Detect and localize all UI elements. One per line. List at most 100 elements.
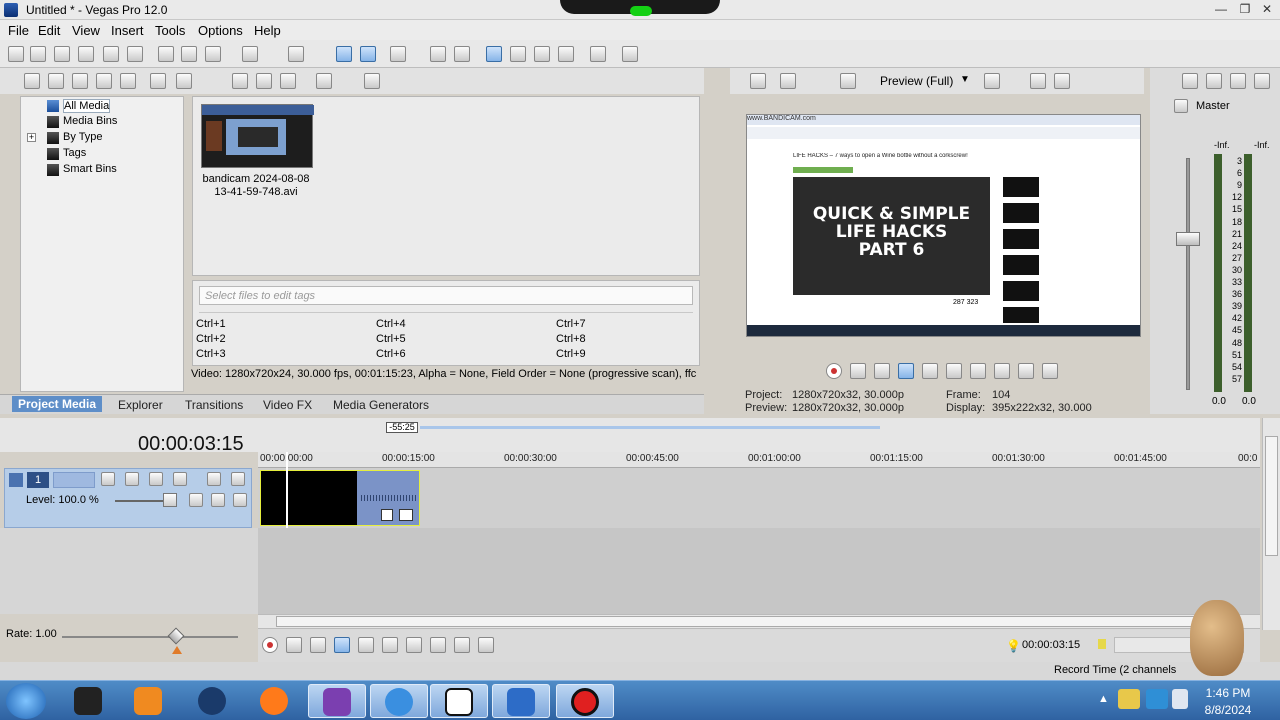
windows-start-icon[interactable] bbox=[6, 683, 46, 719]
master-fader-handle[interactable] bbox=[1176, 232, 1200, 246]
downmix-icon[interactable] bbox=[1206, 73, 1222, 89]
loop-playback-icon[interactable] bbox=[286, 637, 302, 653]
search-icon[interactable] bbox=[364, 73, 380, 89]
ignore-grouping-icon[interactable] bbox=[534, 46, 550, 62]
tree-item-smart-bins[interactable]: Smart Bins bbox=[63, 163, 117, 175]
playhead-cursor[interactable] bbox=[286, 452, 288, 528]
play-icon[interactable] bbox=[898, 363, 914, 379]
minimize-button[interactable]: — bbox=[1210, 0, 1232, 18]
go-to-end-icon[interactable] bbox=[430, 637, 446, 653]
overlays-icon[interactable] bbox=[984, 73, 1000, 89]
whats-this-help-icon[interactable] bbox=[622, 46, 638, 62]
auto-crossfade-icon[interactable] bbox=[510, 46, 526, 62]
video-track-lane[interactable] bbox=[258, 452, 1260, 528]
timeline-empty-area[interactable] bbox=[258, 528, 1260, 614]
loop-region-bar[interactable] bbox=[420, 426, 880, 429]
video-track-header[interactable]: 1 Level: 100.0 % bbox=[4, 468, 252, 528]
internet-explorer-app[interactable] bbox=[370, 684, 428, 718]
tag-shortcut[interactable]: Ctrl+5 bbox=[376, 333, 406, 345]
envelope-edit-tool-icon[interactable] bbox=[360, 46, 376, 62]
mixer-properties-icon[interactable] bbox=[1182, 73, 1198, 89]
tab-project-media[interactable]: Project Media bbox=[12, 396, 103, 412]
media-player-app[interactable] bbox=[120, 684, 178, 718]
rate-slider-handle[interactable] bbox=[167, 627, 185, 645]
menu-edit[interactable]: Edit bbox=[38, 23, 60, 38]
copy-snapshot-icon[interactable] bbox=[1030, 73, 1046, 89]
cut-icon[interactable] bbox=[158, 46, 174, 62]
go-to-start-icon[interactable] bbox=[406, 637, 422, 653]
preview-properties-icon[interactable] bbox=[750, 73, 766, 89]
play-from-start-icon[interactable] bbox=[310, 637, 326, 653]
firefox-app[interactable] bbox=[246, 684, 304, 718]
record-app[interactable] bbox=[556, 684, 614, 718]
tree-item-tags[interactable]: Tags bbox=[63, 147, 86, 159]
timeline-vertical-scrollbar[interactable] bbox=[1262, 418, 1280, 630]
tab-transitions[interactable]: Transitions bbox=[185, 398, 243, 412]
close-button[interactable]: ✕ bbox=[1256, 0, 1278, 18]
vegas-app-icon[interactable] bbox=[4, 3, 18, 17]
folder-tray-icon[interactable] bbox=[1118, 689, 1140, 709]
tag-shortcut[interactable]: Ctrl+1 bbox=[196, 318, 226, 330]
stop-icon[interactable] bbox=[256, 73, 272, 89]
tree-item-by-type[interactable]: By Type bbox=[63, 131, 103, 143]
track-expand-icon[interactable] bbox=[9, 473, 23, 487]
scrollbar-thumb[interactable] bbox=[276, 616, 1236, 627]
stop-icon[interactable] bbox=[946, 363, 962, 379]
menu-help[interactable]: Help bbox=[254, 23, 281, 38]
previous-frame-icon[interactable] bbox=[454, 637, 470, 653]
tag-shortcut[interactable]: Ctrl+9 bbox=[556, 348, 586, 360]
parent-track-icon[interactable] bbox=[211, 493, 225, 507]
media-fx-icon[interactable] bbox=[120, 73, 136, 89]
tag-shortcut[interactable]: Ctrl+2 bbox=[196, 333, 226, 345]
track-motion-icon[interactable] bbox=[101, 472, 115, 486]
previous-frame-icon[interactable] bbox=[1018, 363, 1034, 379]
rate-slider[interactable] bbox=[62, 636, 238, 638]
tab-video-fx[interactable]: Video FX bbox=[263, 398, 312, 412]
menu-view[interactable]: View bbox=[72, 23, 100, 38]
tags-input[interactable]: Select files to edit tags bbox=[199, 286, 693, 305]
go-to-end-icon[interactable] bbox=[994, 363, 1010, 379]
split-screen-icon[interactable] bbox=[840, 73, 856, 89]
undo-icon[interactable] bbox=[242, 46, 258, 62]
composite-mode-icon[interactable] bbox=[149, 472, 163, 486]
menu-tools[interactable]: Tools bbox=[155, 23, 185, 38]
speaker-tray-icon[interactable] bbox=[1172, 689, 1188, 709]
globe-app[interactable] bbox=[184, 684, 242, 718]
normal-edit-tool-icon[interactable] bbox=[336, 46, 352, 62]
timeline-horizontal-scrollbar[interactable] bbox=[258, 614, 1260, 628]
event-pan-crop-icon[interactable] bbox=[381, 509, 393, 521]
refresh-icon[interactable] bbox=[96, 73, 112, 89]
loop-playback-icon[interactable] bbox=[850, 363, 866, 379]
mute-icon[interactable] bbox=[207, 472, 221, 486]
7zip-app[interactable] bbox=[430, 684, 488, 718]
solo-icon[interactable] bbox=[231, 472, 245, 486]
play-icon[interactable] bbox=[232, 73, 248, 89]
media-thumbnail[interactable] bbox=[201, 104, 314, 168]
pause-icon[interactable] bbox=[922, 363, 938, 379]
task-manager-app[interactable] bbox=[60, 684, 118, 718]
tree-item-all-media[interactable]: All Media bbox=[63, 99, 111, 113]
time-ruler[interactable]: 00:00:00:00 00:00:15:00 00:00:30:00 00:0… bbox=[258, 452, 1260, 468]
import-media-icon[interactable] bbox=[24, 73, 40, 89]
selection-tool-icon[interactable] bbox=[390, 46, 406, 62]
play-icon[interactable] bbox=[334, 637, 350, 653]
media-filename[interactable]: bandicam 2024-08-08 13-41-59-748.avi bbox=[193, 173, 319, 199]
mixer-options-icon[interactable] bbox=[1254, 73, 1270, 89]
properties-icon[interactable] bbox=[176, 73, 192, 89]
video-event-clip[interactable] bbox=[260, 470, 420, 526]
expand-icon[interactable]: + bbox=[27, 133, 36, 142]
gear-icon[interactable] bbox=[173, 472, 187, 486]
chevron-down-icon[interactable]: ▼ bbox=[960, 74, 970, 85]
next-frame-icon[interactable] bbox=[1042, 363, 1058, 379]
tag-shortcut[interactable]: Ctrl+8 bbox=[556, 333, 586, 345]
tab-explorer[interactable]: Explorer bbox=[118, 398, 163, 412]
open-icon[interactable] bbox=[30, 46, 46, 62]
event-fx-icon[interactable] bbox=[399, 509, 413, 521]
taskbar-time[interactable]: 1:46 PM bbox=[1198, 686, 1258, 700]
new-project-icon[interactable] bbox=[8, 46, 24, 62]
record-icon[interactable] bbox=[826, 363, 842, 379]
stop-icon[interactable] bbox=[382, 637, 398, 653]
video-preview-screen[interactable]: www.BANDICAM.com LIFE HACKS – 7 ways to … bbox=[746, 114, 1141, 337]
copy-icon[interactable] bbox=[181, 46, 197, 62]
remove-icon[interactable] bbox=[150, 73, 166, 89]
